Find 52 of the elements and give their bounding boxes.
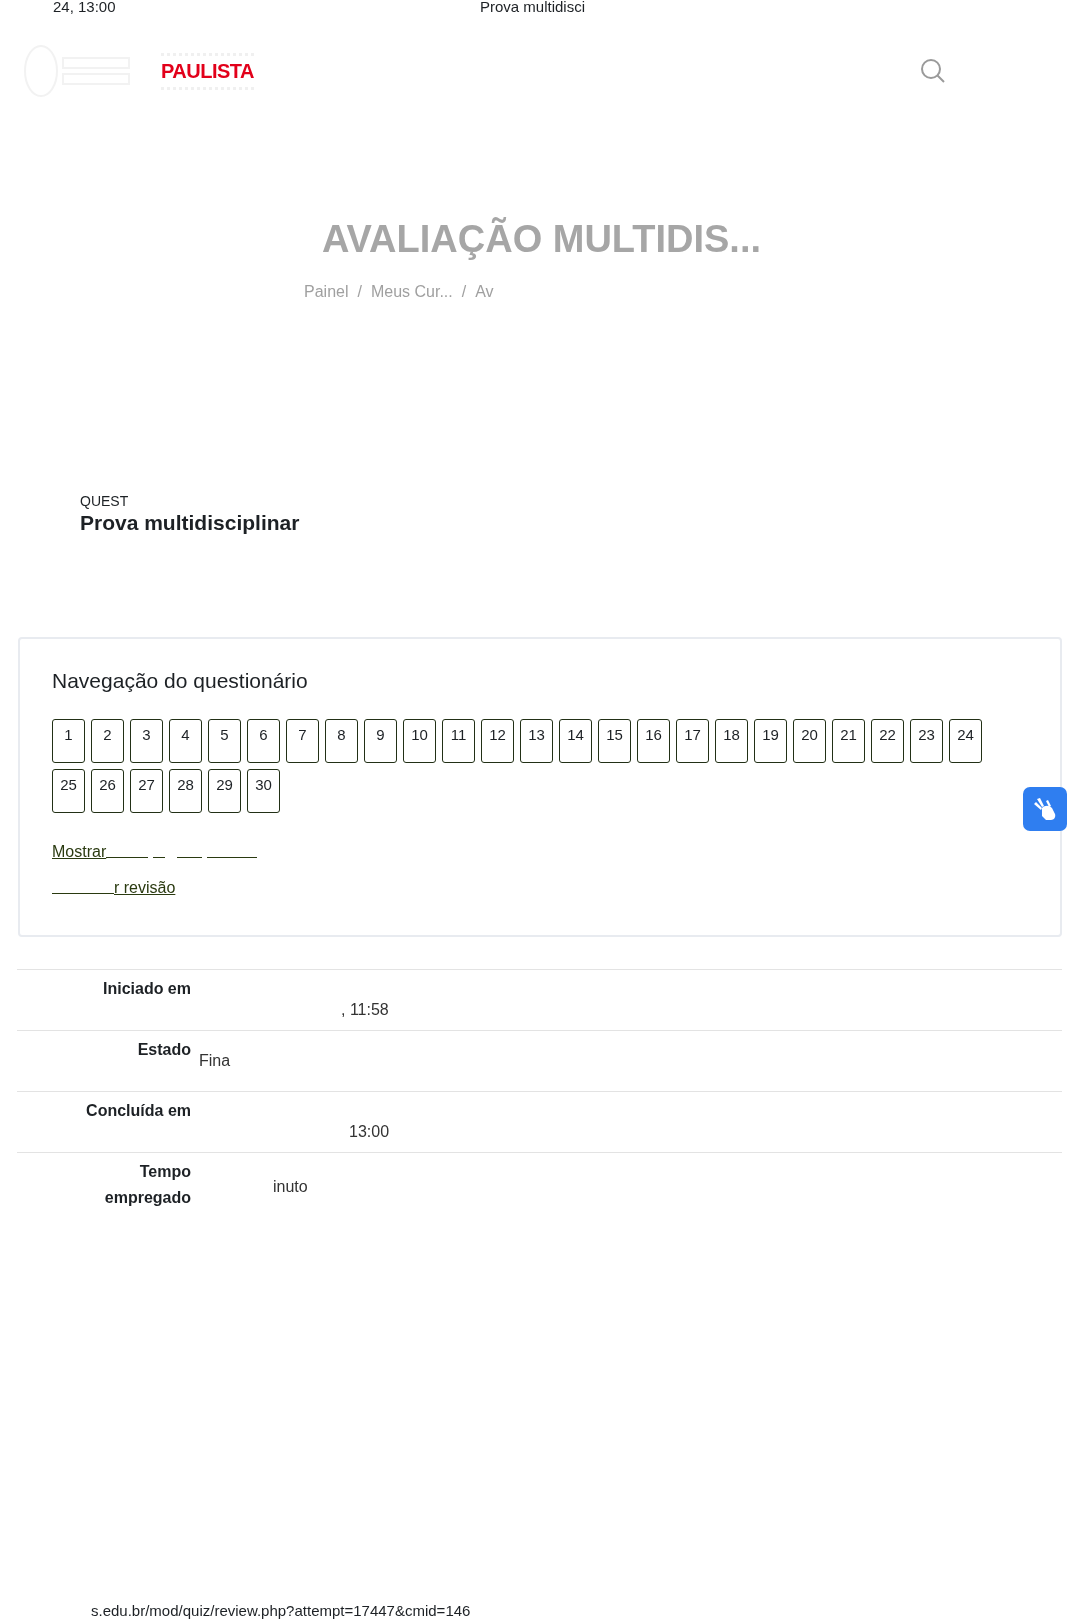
show-link[interactable]: Mostrar xyxy=(52,843,107,861)
question-button[interactable]: 6 xyxy=(247,719,280,763)
summary-value: , 11:58 xyxy=(340,1000,390,1019)
question-button[interactable]: 16 xyxy=(637,719,670,763)
summary-value: inuto xyxy=(272,1177,309,1196)
breadcrumb-separator: / xyxy=(357,283,362,301)
summary-label: Estado xyxy=(136,1040,191,1060)
question-button[interactable]: 29 xyxy=(208,769,241,813)
question-button[interactable]: 7 xyxy=(286,719,319,763)
question-button[interactable]: 10 xyxy=(403,719,436,763)
logo[interactable]: PAULISTA xyxy=(161,52,255,90)
question-button[interactable]: 12 xyxy=(481,719,514,763)
summary-value: 13:00 xyxy=(348,1122,391,1141)
summary-label: Concluída em xyxy=(85,1101,191,1121)
question-button[interactable]: 13 xyxy=(520,719,553,763)
question-button[interactable]: 23 xyxy=(910,719,943,763)
question-button[interactable]: 11 xyxy=(442,719,475,763)
question-button[interactable]: 30 xyxy=(247,769,280,813)
question-button[interactable]: 28 xyxy=(169,769,202,813)
question-button[interactable]: 25 xyxy=(52,769,85,813)
question-button[interactable]: 1 xyxy=(52,719,85,763)
question-button[interactable]: 14 xyxy=(559,719,592,763)
summary-label: Iniciado em xyxy=(101,979,191,999)
activity-name: Prova multidisciplinar xyxy=(80,511,301,535)
question-button[interactable]: 9 xyxy=(364,719,397,763)
print-url: s.edu.br/mod/quiz/review.php?attempt=17447&cmid=146 xyxy=(91,1602,471,1619)
question-button[interactable]: 19 xyxy=(754,719,787,763)
question-button[interactable]: 27 xyxy=(130,769,163,813)
question-button[interactable]: 8 xyxy=(325,719,358,763)
print-date: 24, 13:00 xyxy=(53,0,116,14)
question-button[interactable]: 24 xyxy=(949,719,982,763)
question-button[interactable]: 2 xyxy=(91,719,124,763)
page-title: AVALIAÇÃO MULTIDIS... xyxy=(320,218,763,261)
summary-value: Fina xyxy=(198,1051,232,1070)
search-icon[interactable] xyxy=(920,58,946,84)
question-button[interactable]: 15 xyxy=(598,719,631,763)
question-button[interactable]: 3 xyxy=(130,719,163,763)
breadcrumb-separator: / xyxy=(461,283,467,301)
card-title: Navegação do questionário xyxy=(52,669,309,693)
review-link[interactable]: r revisão xyxy=(114,879,176,897)
accessibility-button[interactable] xyxy=(1023,787,1067,831)
question-button[interactable]: 18 xyxy=(715,719,748,763)
question-button[interactable]: 21 xyxy=(832,719,865,763)
question-button[interactable]: 22 xyxy=(871,719,904,763)
question-button[interactable]: 5 xyxy=(208,719,241,763)
question-button[interactable]: 26 xyxy=(91,769,124,813)
activity-type: QUEST xyxy=(80,493,130,509)
print-title: Prova multidisci xyxy=(480,0,586,14)
question-button[interactable]: 4 xyxy=(169,719,202,763)
summary-label: Tempo empregado xyxy=(103,1162,191,1208)
question-button[interactable]: 17 xyxy=(676,719,709,763)
question-button[interactable]: 20 xyxy=(793,719,826,763)
